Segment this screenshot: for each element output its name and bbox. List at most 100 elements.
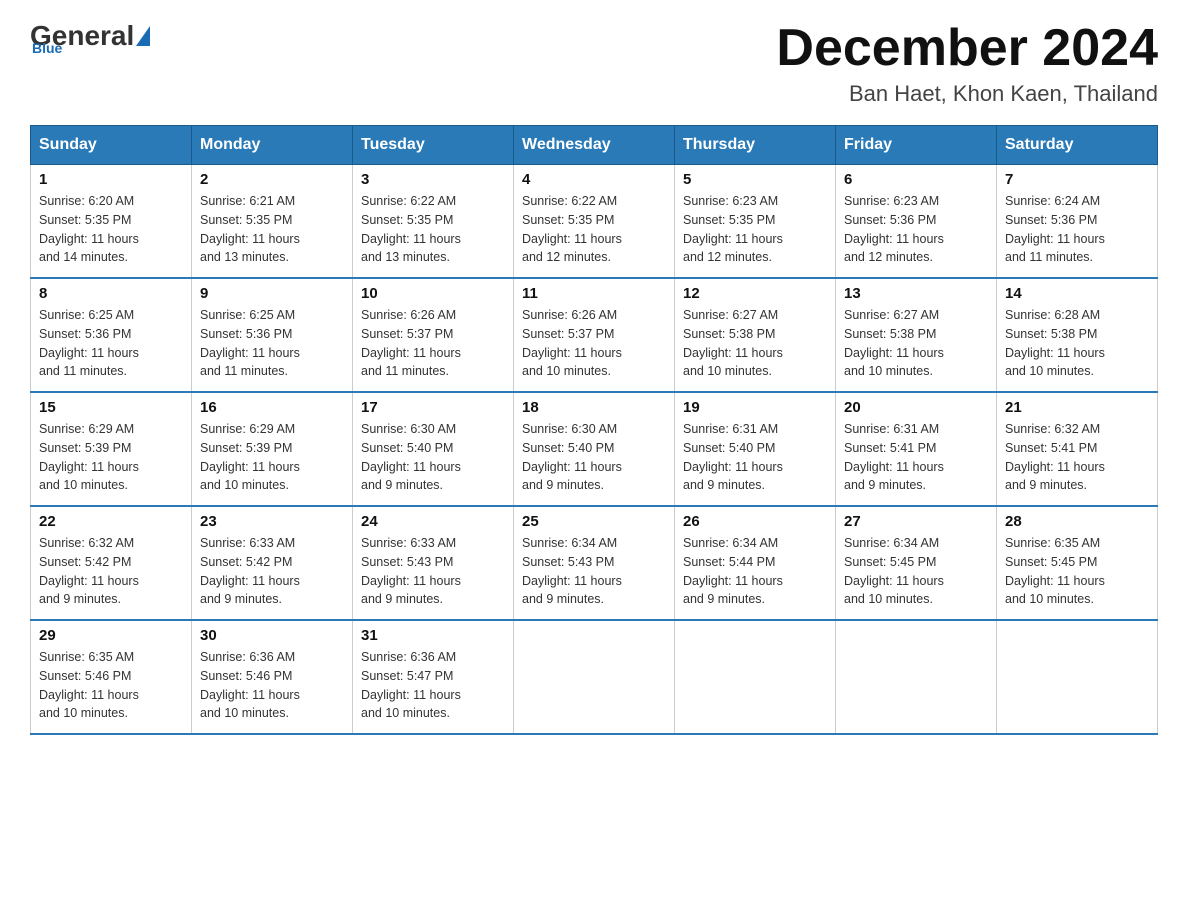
table-row: 15 Sunrise: 6:29 AM Sunset: 5:39 PM Dayli… (31, 392, 192, 506)
col-monday: Monday (192, 126, 353, 165)
day-info: Sunrise: 6:34 AM Sunset: 5:45 PM Dayligh… (844, 534, 988, 609)
table-row: 13Sunrise: 6:27 AM Sunset: 5:38 PM Dayli… (836, 278, 997, 392)
day-info: Sunrise: 6:29 AM Sunset: 5:39 PM Dayligh… (39, 420, 183, 495)
col-friday: Friday (836, 126, 997, 165)
table-row: 18Sunrise: 6:30 AM Sunset: 5:40 PM Dayli… (514, 392, 675, 506)
table-row (836, 620, 997, 734)
table-row: 11 Sunrise: 6:26 AM Sunset: 5:37 PM Dayli… (514, 278, 675, 392)
table-row: 10 Sunrise: 6:26 AM Sunset: 5:37 PM Dayli… (353, 278, 514, 392)
day-number: 17 (361, 399, 505, 416)
table-row: 31 Sunrise: 6:36 AM Sunset: 5:47 PM Dayli… (353, 620, 514, 734)
day-number: 22 (39, 513, 183, 530)
day-number: 20 (844, 399, 988, 416)
logo: General Blue (30, 20, 150, 56)
table-row (675, 620, 836, 734)
logo-underline: Blue (32, 40, 62, 56)
day-number: 13 (844, 285, 988, 302)
title-area: December 2024 Ban Haet, Khon Kaen, Thail… (776, 20, 1158, 107)
table-row: 27 Sunrise: 6:34 AM Sunset: 5:45 PM Dayli… (836, 506, 997, 620)
table-row: 1 Sunrise: 6:20 AM Sunset: 5:35 PM Daylig… (31, 165, 192, 279)
table-row: 12 Sunrise: 6:27 AM Sunset: 5:38 PM Dayli… (675, 278, 836, 392)
day-info: Sunrise: 6:30 AM Sunset: 5:40 PM Dayligh… (361, 420, 505, 495)
day-info: Sunrise: 6:25 AM Sunset: 5:36 PM Dayligh… (200, 306, 344, 381)
calendar-header-row: Sunday Monday Tuesday Wednesday Thursday… (31, 126, 1158, 165)
day-number: 19 (683, 399, 827, 416)
day-info: Sunrise: 6:36 AM Sunset: 5:47 PM Dayligh… (361, 648, 505, 723)
day-number: 24 (361, 513, 505, 530)
day-info: Sunrise: 6:26 AM Sunset: 5:37 PM Dayligh… (361, 306, 505, 381)
day-number: 21 (1005, 399, 1149, 416)
day-info: Sunrise: 6:31 AM Sunset: 5:41 PM Dayligh… (844, 420, 988, 495)
table-row: 14 Sunrise: 6:28 AM Sunset: 5:38 PM Dayli… (997, 278, 1158, 392)
day-info: Sunrise: 6:34 AM Sunset: 5:44 PM Dayligh… (683, 534, 827, 609)
day-info: Sunrise: 6:27 AM Sunset: 5:38 PM Dayligh… (683, 306, 827, 381)
day-number: 15 (39, 399, 183, 416)
day-number: 10 (361, 285, 505, 302)
table-row: 17 Sunrise: 6:30 AM Sunset: 5:40 PM Dayli… (353, 392, 514, 506)
table-row: 16Sunrise: 6:29 AM Sunset: 5:39 PM Dayli… (192, 392, 353, 506)
week-row-1: 1 Sunrise: 6:20 AM Sunset: 5:35 PM Daylig… (31, 165, 1158, 279)
day-number: 18 (522, 399, 666, 416)
day-number: 2 (200, 171, 344, 188)
day-number: 29 (39, 627, 183, 644)
col-wednesday: Wednesday (514, 126, 675, 165)
day-info: Sunrise: 6:20 AM Sunset: 5:35 PM Dayligh… (39, 192, 183, 267)
day-number: 25 (522, 513, 666, 530)
table-row: 28 Sunrise: 6:35 AM Sunset: 5:45 PM Dayli… (997, 506, 1158, 620)
logo-triangle-icon (136, 26, 150, 46)
table-row: 5 Sunrise: 6:23 AM Sunset: 5:35 PM Daylig… (675, 165, 836, 279)
day-number: 26 (683, 513, 827, 530)
day-info: Sunrise: 6:23 AM Sunset: 5:36 PM Dayligh… (844, 192, 988, 267)
table-row: 25Sunrise: 6:34 AM Sunset: 5:43 PM Dayli… (514, 506, 675, 620)
day-info: Sunrise: 6:35 AM Sunset: 5:46 PM Dayligh… (39, 648, 183, 723)
day-number: 27 (844, 513, 988, 530)
day-info: Sunrise: 6:31 AM Sunset: 5:40 PM Dayligh… (683, 420, 827, 495)
table-row: 26 Sunrise: 6:34 AM Sunset: 5:44 PM Dayli… (675, 506, 836, 620)
col-thursday: Thursday (675, 126, 836, 165)
day-info: Sunrise: 6:36 AM Sunset: 5:46 PM Dayligh… (200, 648, 344, 723)
day-number: 4 (522, 171, 666, 188)
day-number: 7 (1005, 171, 1149, 188)
table-row: 21 Sunrise: 6:32 AM Sunset: 5:41 PM Dayli… (997, 392, 1158, 506)
table-row: 20 Sunrise: 6:31 AM Sunset: 5:41 PM Dayli… (836, 392, 997, 506)
day-number: 6 (844, 171, 988, 188)
week-row-3: 15 Sunrise: 6:29 AM Sunset: 5:39 PM Dayli… (31, 392, 1158, 506)
day-info: Sunrise: 6:23 AM Sunset: 5:35 PM Dayligh… (683, 192, 827, 267)
day-number: 23 (200, 513, 344, 530)
table-row: 9Sunrise: 6:25 AM Sunset: 5:36 PM Daylig… (192, 278, 353, 392)
table-row (997, 620, 1158, 734)
calendar-table: Sunday Monday Tuesday Wednesday Thursday… (30, 125, 1158, 735)
table-row: 7 Sunrise: 6:24 AM Sunset: 5:36 PM Daylig… (997, 165, 1158, 279)
day-info: Sunrise: 6:33 AM Sunset: 5:42 PM Dayligh… (200, 534, 344, 609)
month-title: December 2024 (776, 20, 1158, 77)
day-info: Sunrise: 6:28 AM Sunset: 5:38 PM Dayligh… (1005, 306, 1149, 381)
day-number: 12 (683, 285, 827, 302)
day-info: Sunrise: 6:29 AM Sunset: 5:39 PM Dayligh… (200, 420, 344, 495)
day-number: 3 (361, 171, 505, 188)
day-number: 31 (361, 627, 505, 644)
table-row: 29 Sunrise: 6:35 AM Sunset: 5:46 PM Dayli… (31, 620, 192, 734)
table-row: 24 Sunrise: 6:33 AM Sunset: 5:43 PM Dayli… (353, 506, 514, 620)
day-info: Sunrise: 6:25 AM Sunset: 5:36 PM Dayligh… (39, 306, 183, 381)
table-row: 30Sunrise: 6:36 AM Sunset: 5:46 PM Dayli… (192, 620, 353, 734)
table-row: 3 Sunrise: 6:22 AM Sunset: 5:35 PM Daylig… (353, 165, 514, 279)
table-row: 23 Sunrise: 6:33 AM Sunset: 5:42 PM Dayli… (192, 506, 353, 620)
day-info: Sunrise: 6:33 AM Sunset: 5:43 PM Dayligh… (361, 534, 505, 609)
day-info: Sunrise: 6:24 AM Sunset: 5:36 PM Dayligh… (1005, 192, 1149, 267)
day-number: 1 (39, 171, 183, 188)
day-info: Sunrise: 6:22 AM Sunset: 5:35 PM Dayligh… (522, 192, 666, 267)
day-info: Sunrise: 6:22 AM Sunset: 5:35 PM Dayligh… (361, 192, 505, 267)
col-tuesday: Tuesday (353, 126, 514, 165)
day-info: Sunrise: 6:35 AM Sunset: 5:45 PM Dayligh… (1005, 534, 1149, 609)
day-info: Sunrise: 6:21 AM Sunset: 5:35 PM Dayligh… (200, 192, 344, 267)
day-number: 14 (1005, 285, 1149, 302)
col-sunday: Sunday (31, 126, 192, 165)
day-info: Sunrise: 6:32 AM Sunset: 5:41 PM Dayligh… (1005, 420, 1149, 495)
day-number: 11 (522, 285, 666, 302)
day-number: 5 (683, 171, 827, 188)
day-number: 28 (1005, 513, 1149, 530)
location-title: Ban Haet, Khon Kaen, Thailand (776, 81, 1158, 107)
table-row: 4 Sunrise: 6:22 AM Sunset: 5:35 PM Daylig… (514, 165, 675, 279)
table-row: 2 Sunrise: 6:21 AM Sunset: 5:35 PM Daylig… (192, 165, 353, 279)
day-info: Sunrise: 6:26 AM Sunset: 5:37 PM Dayligh… (522, 306, 666, 381)
